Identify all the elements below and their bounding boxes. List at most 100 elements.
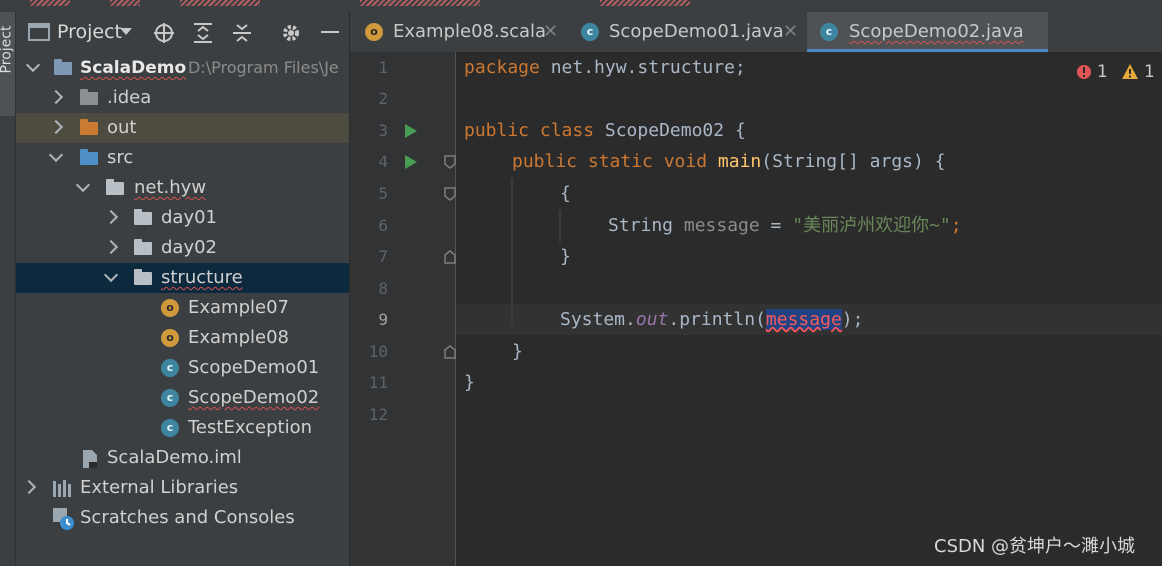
iml-file-icon xyxy=(83,450,97,468)
locate-icon[interactable] xyxy=(153,22,175,44)
squiggle-decoration xyxy=(600,0,690,6)
tree-item-label: External Libraries xyxy=(80,477,239,498)
tab-label: Example08.scala xyxy=(393,21,547,42)
line-number: 2 xyxy=(378,89,388,108)
libraries-icon xyxy=(53,480,71,497)
tree-item-label: day01 xyxy=(161,207,218,228)
code-line-7[interactable]: } xyxy=(560,241,571,272)
line-number: 9 xyxy=(378,310,388,329)
java-class-icon: c xyxy=(161,359,179,377)
tab-label: ScopeDemo02.java xyxy=(849,21,1024,42)
chevron-down-icon[interactable] xyxy=(120,28,132,35)
collapse-all-icon[interactable] xyxy=(231,22,253,44)
tree-item-net-hyw[interactable]: net.hyw xyxy=(16,173,349,203)
error-icon xyxy=(1077,65,1091,79)
tree-item-scratches[interactable]: Scratches and Consoles xyxy=(16,503,349,533)
tree-item-label: day02 xyxy=(161,237,218,258)
tree-item-scalademo[interactable]: ScalaDemo D:\Program Files\Je xyxy=(16,53,349,83)
line-number: 7 xyxy=(378,247,388,266)
warning-count: 1 xyxy=(1144,62,1155,82)
error-count: 1 xyxy=(1097,62,1108,82)
tree-item-out[interactable]: out xyxy=(16,113,349,143)
indent-guide xyxy=(559,210,561,242)
java-class-icon: c xyxy=(820,23,838,41)
tree-item-label: out xyxy=(107,117,137,138)
project-view-selector[interactable]: Project xyxy=(57,12,122,52)
line-number: 11 xyxy=(368,373,388,392)
squiggle-decoration xyxy=(30,0,70,6)
tree-item-label: ScalaDemo.iml xyxy=(107,447,242,468)
java-class-icon: c xyxy=(161,389,179,407)
tree-item-testexception[interactable]: c TestException xyxy=(16,413,349,443)
fold-icon[interactable] xyxy=(444,187,456,201)
run-icon[interactable] xyxy=(405,155,417,169)
tree-item-example08[interactable]: o Example08 xyxy=(16,323,349,353)
code-line-1[interactable]: package net.hyw.structure; xyxy=(464,52,746,83)
tab-scopedemo02-java[interactable]: c ScopeDemo02.java xyxy=(807,12,1048,52)
tree-item-scopedemo02[interactable]: c ScopeDemo02 xyxy=(16,383,349,413)
folder-icon xyxy=(80,89,98,105)
tree-item-label: ScopeDemo01 xyxy=(188,357,320,378)
fold-icon[interactable] xyxy=(444,155,456,169)
tree-item-external-libraries[interactable]: External Libraries xyxy=(16,473,349,503)
title-strip xyxy=(0,0,1162,12)
unresolved-symbol[interactable]: message xyxy=(765,309,842,330)
close-icon[interactable]: ✕ xyxy=(543,12,558,52)
module-icon xyxy=(54,59,72,75)
line-number: 6 xyxy=(378,216,388,235)
tree-item-example07[interactable]: o Example07 xyxy=(16,293,349,323)
code-line-3[interactable]: public class ScopeDemo02 { xyxy=(464,115,746,146)
close-icon[interactable]: ✕ xyxy=(783,12,798,52)
line-number: 10 xyxy=(368,342,388,361)
tree-item-iml[interactable]: ScalaDemo.iml xyxy=(16,443,349,473)
editor-tabs: o Example08.scala ✕ c ScopeDemo01.java ✕… xyxy=(350,12,1162,53)
tree-item-label: Example07 xyxy=(188,297,289,318)
source-folder-icon xyxy=(80,149,98,165)
tree-item-label: ScopeDemo02 xyxy=(188,387,320,408)
gear-icon[interactable] xyxy=(280,22,302,44)
tree-item-label: src xyxy=(107,147,134,168)
package-icon xyxy=(134,239,152,255)
tree-item-label: structure xyxy=(161,267,243,288)
scala-object-icon: o xyxy=(161,299,179,317)
code-line-10[interactable]: } xyxy=(512,336,523,367)
minimize-icon[interactable] xyxy=(321,31,339,33)
code-line-6[interactable]: String message = "美丽泸州欢迎你~"; xyxy=(608,210,962,241)
project-tool-window: Project ScalaDemo D:\Program Files\Je .i… xyxy=(16,12,349,566)
tree-item-label: .idea xyxy=(107,87,152,108)
folder-icon xyxy=(80,119,98,135)
package-icon xyxy=(134,269,152,285)
tree-item-path: D:\Program Files\Je xyxy=(188,58,339,77)
project-view-icon xyxy=(28,23,50,41)
tree-item-idea[interactable]: .idea xyxy=(16,83,349,113)
run-icon[interactable] xyxy=(405,124,417,138)
indent-guide xyxy=(511,178,513,324)
project-stripe-button[interactable]: Project xyxy=(0,12,15,116)
squiggle-decoration xyxy=(180,0,260,6)
java-class-icon: c xyxy=(581,23,599,41)
code-line-11[interactable]: } xyxy=(464,367,475,398)
tree-item-label: net.hyw xyxy=(134,177,207,198)
code-line-5[interactable]: { xyxy=(560,178,571,209)
code-line-4[interactable]: public static void main(String[] args) { xyxy=(512,146,946,177)
tree-item-label: TestException xyxy=(188,417,313,438)
project-header: Project xyxy=(16,12,349,52)
fold-icon[interactable] xyxy=(444,345,456,359)
tree-item-src[interactable]: src xyxy=(16,143,349,173)
tree-item-structure[interactable]: structure xyxy=(16,263,349,293)
tree-item-day01[interactable]: day01 xyxy=(16,203,349,233)
warning-icon xyxy=(1122,64,1138,79)
tree-item-scopedemo01[interactable]: c ScopeDemo01 xyxy=(16,353,349,383)
line-number: 12 xyxy=(368,405,388,424)
squiggle-decoration xyxy=(110,0,140,6)
tab-scopedemo01-java[interactable]: c ScopeDemo01.java ✕ xyxy=(570,12,807,52)
code-line-9[interactable]: System.out.println(message); xyxy=(560,304,863,335)
tree-item-day02[interactable]: day02 xyxy=(16,233,349,263)
tab-example08-scala[interactable]: o Example08.scala ✕ xyxy=(350,12,570,52)
scala-object-icon: o xyxy=(365,23,383,41)
tree-item-label: Scratches and Consoles xyxy=(80,507,295,528)
expand-all-icon[interactable] xyxy=(192,22,214,44)
line-number: 5 xyxy=(378,184,388,203)
code-editor[interactable]: package net.hyw.structure; public class … xyxy=(456,52,1162,566)
fold-icon[interactable] xyxy=(444,250,456,264)
